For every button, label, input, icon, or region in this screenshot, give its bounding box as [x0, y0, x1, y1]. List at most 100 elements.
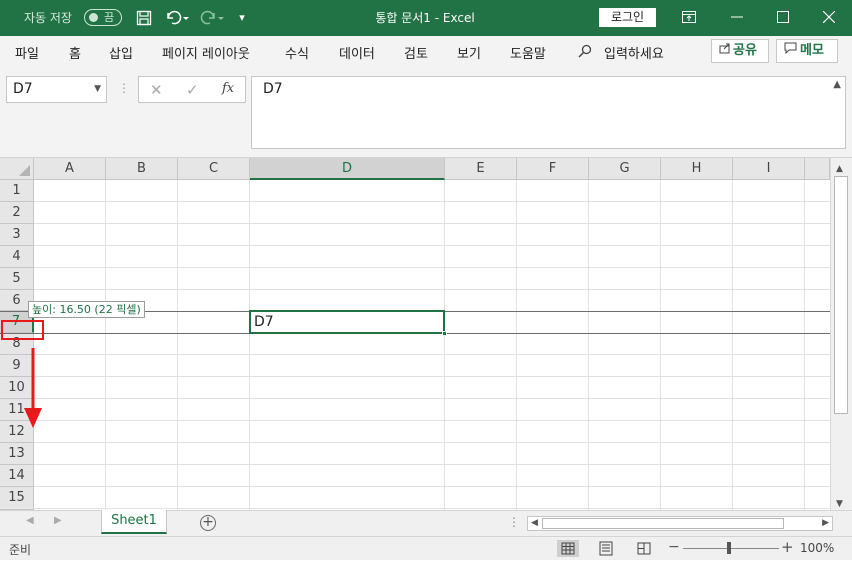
- insert-function-icon[interactable]: fx: [222, 81, 234, 96]
- close-icon[interactable]: [806, 0, 852, 36]
- scroll-up-icon[interactable]: ▲: [836, 164, 843, 174]
- scroll-left-icon[interactable]: ◀: [531, 518, 538, 528]
- name-box-value: D7: [13, 81, 33, 97]
- autosave-toggle[interactable]: 끔: [84, 9, 122, 26]
- formula-bar-content: D7: [263, 81, 283, 97]
- chevron-up-icon[interactable]: ▲: [833, 79, 841, 90]
- gridline: [105, 180, 106, 510]
- search-icon[interactable]: [578, 44, 592, 58]
- column-header-partial[interactable]: [805, 158, 830, 180]
- memo-button[interactable]: 메모: [776, 39, 838, 63]
- vertical-scrollbar[interactable]: ▲ ▼: [830, 158, 852, 510]
- column-header[interactable]: G: [589, 158, 661, 180]
- prev-sheet-icon[interactable]: ◀: [26, 515, 34, 526]
- page-break-view-icon[interactable]: [633, 540, 655, 557]
- autosave-label: 자동 저장: [24, 11, 72, 25]
- status-text: 준비: [9, 543, 32, 557]
- fill-handle[interactable]: [442, 331, 447, 336]
- column-header[interactable]: B: [106, 158, 178, 180]
- select-all-button[interactable]: [0, 158, 34, 180]
- row-header[interactable]: 1: [0, 180, 34, 202]
- column-header[interactable]: F: [517, 158, 589, 180]
- annotation-highlight-box: [1, 320, 44, 340]
- row-header[interactable]: 4: [0, 246, 34, 268]
- gridline: [249, 180, 250, 510]
- scroll-down-icon[interactable]: ▼: [836, 499, 843, 509]
- horizontal-scrollbar[interactable]: ◀ ▶: [527, 516, 833, 531]
- scroll-right-icon[interactable]: ▶: [822, 518, 829, 528]
- formula-bar[interactable]: D7 ▲: [251, 76, 846, 149]
- ribbon-display-options-icon[interactable]: [666, 0, 712, 36]
- save-icon[interactable]: [133, 7, 155, 29]
- row-header[interactable]: 14: [0, 465, 34, 487]
- row-header[interactable]: 15: [0, 487, 34, 510]
- splitter-dots-icon[interactable]: ⋮: [118, 81, 130, 95]
- zoom-level[interactable]: 100%: [800, 541, 834, 555]
- column-header[interactable]: E: [445, 158, 517, 180]
- row-header[interactable]: 3: [0, 224, 34, 246]
- gridline: [732, 180, 733, 510]
- gridline: [34, 486, 830, 487]
- tab-insert[interactable]: 삽입: [109, 43, 133, 62]
- gridline: [516, 180, 517, 510]
- page-layout-view-icon[interactable]: [595, 540, 617, 557]
- share-button[interactable]: 공유: [711, 39, 769, 63]
- name-box[interactable]: D7 ▼: [6, 76, 107, 103]
- gridline: [34, 398, 830, 399]
- zoom-slider-thumb[interactable]: [727, 542, 731, 554]
- select-all-icon: [19, 165, 30, 176]
- title-bar: 자동 저장 끔 ▾ 통합 문서1 - Excel 로그인: [0, 0, 852, 36]
- tab-page-layout[interactable]: 페이지 레이아웃: [162, 43, 250, 62]
- cancel-icon[interactable]: ✕: [150, 81, 163, 99]
- zoom-slider[interactable]: [683, 548, 779, 549]
- worksheet-grid[interactable]: A B C D E F G H I 1 2 3 4 5 6 7 8 9 10 1…: [0, 158, 852, 510]
- tab-help[interactable]: 도움말: [510, 43, 546, 62]
- maximize-icon[interactable]: [760, 0, 806, 36]
- row-height-tooltip: 높이: 16.50 (22 픽셀): [28, 301, 145, 318]
- column-header[interactable]: D: [250, 158, 445, 180]
- horizontal-scroll-thumb[interactable]: [542, 518, 784, 529]
- tab-data[interactable]: 데이터: [339, 43, 375, 62]
- tab-review[interactable]: 검토: [404, 43, 428, 62]
- gridline: [34, 267, 830, 268]
- gridline: [34, 289, 830, 290]
- login-button[interactable]: 로그인: [599, 8, 656, 27]
- tab-formulas[interactable]: 수식: [285, 43, 309, 62]
- column-header[interactable]: I: [733, 158, 805, 180]
- undo-icon[interactable]: [162, 7, 192, 29]
- gridline: [804, 180, 805, 510]
- customize-toolbar-icon[interactable]: ▾: [234, 7, 250, 29]
- gridline: [34, 442, 830, 443]
- gridline: [34, 420, 830, 421]
- tab-file[interactable]: 파일: [15, 43, 39, 62]
- ribbon-tab-bar: 파일 홈 삽입 페이지 레이아웃 수식 데이터 검토 보기 도움말 입력하세요 …: [0, 36, 852, 66]
- gridline: [34, 223, 830, 224]
- tell-me-search[interactable]: 입력하세요: [604, 43, 664, 62]
- column-header[interactable]: H: [661, 158, 733, 180]
- normal-view-icon[interactable]: [557, 540, 579, 557]
- zoom-in-icon[interactable]: +: [781, 538, 794, 556]
- splitter-dots-icon[interactable]: ⋮: [508, 515, 520, 529]
- enter-icon[interactable]: ✓: [186, 81, 199, 99]
- tab-view[interactable]: 보기: [457, 43, 481, 62]
- add-sheet-icon[interactable]: +: [200, 515, 216, 531]
- row-header[interactable]: 13: [0, 443, 34, 465]
- toggle-knob: [89, 13, 98, 22]
- redo-icon[interactable]: [197, 7, 227, 29]
- row-header[interactable]: 2: [0, 202, 34, 224]
- gridline: [34, 464, 830, 465]
- row-header[interactable]: 5: [0, 268, 34, 290]
- sheet-tab[interactable]: Sheet1: [101, 510, 167, 534]
- active-cell[interactable]: D7: [249, 310, 445, 334]
- zoom-out-icon[interactable]: −: [668, 539, 680, 555]
- minimize-icon[interactable]: [714, 0, 760, 36]
- gridline: [588, 180, 589, 510]
- vertical-scroll-thumb[interactable]: [834, 176, 848, 414]
- column-header[interactable]: A: [34, 158, 106, 180]
- tab-home[interactable]: 홈: [69, 43, 81, 62]
- next-sheet-icon[interactable]: ▶: [54, 515, 62, 526]
- gridline: [444, 180, 445, 510]
- annotation-down-arrow-icon: [24, 348, 42, 428]
- chevron-down-icon[interactable]: ▼: [94, 77, 101, 102]
- column-header[interactable]: C: [178, 158, 250, 180]
